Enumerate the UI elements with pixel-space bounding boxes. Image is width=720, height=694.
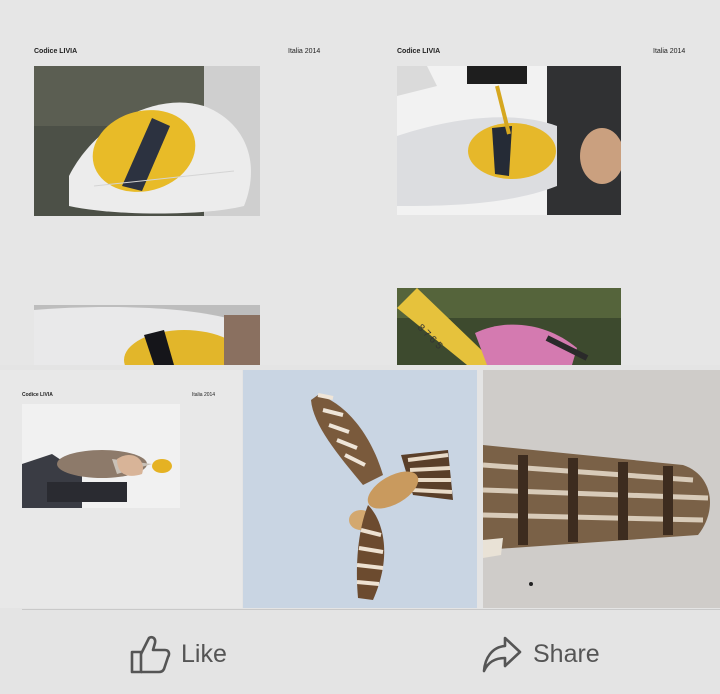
- photo-painted-feather: [34, 66, 260, 216]
- share-button[interactable]: Share: [481, 633, 600, 675]
- share-arrow-icon: [481, 634, 523, 674]
- photo-ruler-feather: 8 7 6 5: [397, 288, 621, 365]
- thumbs-up-icon: [129, 634, 171, 674]
- doc-title-right: Codice LIVIA: [397, 48, 441, 55]
- like-button[interactable]: Like: [129, 633, 227, 675]
- like-label: Like: [181, 639, 227, 668]
- doc-date-left: Italia 2014: [288, 48, 321, 55]
- share-label: Share: [533, 639, 600, 668]
- photo-tail-feathers[interactable]: [483, 370, 720, 608]
- thumb-title: Codice LIVIA: [22, 392, 53, 398]
- action-bar-divider: [22, 609, 720, 610]
- thumb-date: Italia 2014: [192, 392, 216, 398]
- photo-feather-band: [34, 305, 260, 365]
- document-scan-top[interactable]: Codice LIVIA Italia 2014 Codice LIVIA It…: [0, 0, 720, 365]
- photo-painting-feather: [397, 66, 621, 215]
- doc-date-right: Italia 2014: [653, 48, 686, 55]
- doc-title-left: Codice LIVIA: [34, 48, 78, 55]
- photo-hand-holding-decoy: [22, 404, 180, 508]
- photo-harrier-in-flight[interactable]: [243, 370, 477, 608]
- document-scan-thumbnail[interactable]: Codice LIVIA Italia 2014: [0, 370, 242, 608]
